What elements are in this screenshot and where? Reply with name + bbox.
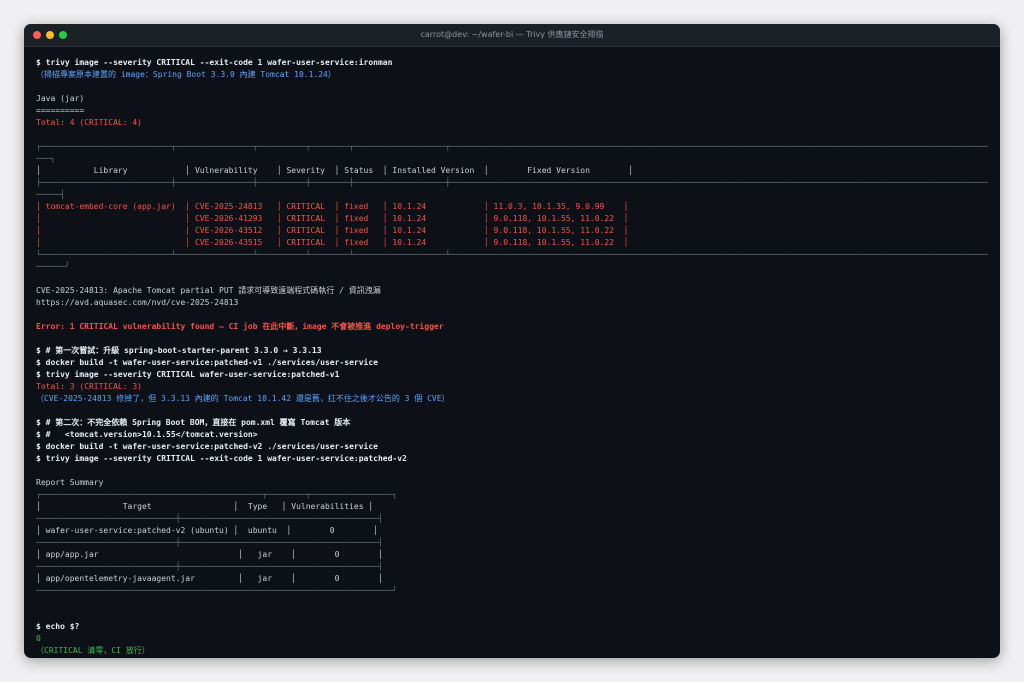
report-table-row: │ wafer-user-service:patched-v2 (ubuntu)… (36, 526, 378, 535)
report-table-sep: ─────────────────────────────┼──────────… (36, 562, 383, 571)
report-table-row: │ app/app.jar │ jar │ 0 │ (36, 550, 383, 559)
scan1-note: （掃描專案原本建置的 image：Spring Boot 3.3.0 內建 To… (36, 70, 336, 79)
vuln-table-top: ┌───────────────────────────┬───────────… (36, 142, 988, 151)
scan1-command: $ trivy image --severity CRITICAL --exit… (36, 58, 393, 67)
cve-detail: CVE-2025-24813: Apache Tomcat partial PU… (36, 286, 381, 295)
vuln-table-top-wrap: ───┐ (36, 154, 56, 163)
report-table-sep: ─────────────────────────────┼──────────… (36, 514, 383, 523)
report-table-row: │ app/opentelemetry-javaagent.jar │ jar … (36, 574, 383, 583)
attempt2-comment: $ # 第二次：不完全依賴 Spring Boot BOM，直接在 pom.xm… (36, 418, 351, 427)
attempt2-build: $ docker build -t wafer-user-service:pat… (36, 442, 378, 451)
final-command: $ echo $? (36, 622, 80, 631)
title-bar: carrot@dev: ~/wafer-bi — Trivy 供應鏈安全掃描 (24, 24, 1000, 47)
vuln-table-header: │ Library │ Vulnerability │ Severity │ S… (36, 166, 634, 175)
terminal-window: carrot@dev: ~/wafer-bi — Trivy 供應鏈安全掃描 $… (24, 24, 1000, 658)
vuln-table-bottom-wrap: ──────┘ (36, 262, 70, 271)
vuln-table-mid: ├───────────────────────────┼───────────… (36, 178, 988, 187)
attempt1-note: （CVE-2025-24813 修掉了，但 3.3.13 內建的 Tomcat … (36, 394, 450, 403)
scan1-total: Total: 4 (CRITICAL: 4) (36, 118, 142, 127)
final-note: （CRITICAL 清零，CI 放行） (36, 646, 150, 655)
report-table-top: ┌───────────────────────────────────────… (36, 490, 398, 499)
scan1-target: Java (jar) (36, 94, 85, 103)
vuln-table-row: │ tomcat-embed-core (app.jar) │ CVE-2025… (36, 202, 629, 211)
report-table-sep: ─────────────────────────────┼──────────… (36, 538, 383, 547)
vuln-table-row: │ │ CVE-2026-41293 │ CRITICAL │ fixed │ … (36, 214, 629, 223)
window-title: carrot@dev: ~/wafer-bi — Trivy 供應鏈安全掃描 (420, 30, 604, 39)
attempt1-scan: $ trivy image --severity CRITICAL wafer-… (36, 370, 340, 379)
attempt2-scan: $ trivy image --severity CRITICAL --exit… (36, 454, 407, 463)
attempt1-total: Total: 3 (CRITICAL: 3) (36, 382, 142, 391)
report-table-bottom: ────────────────────────────────────────… (36, 586, 398, 595)
terminal-output[interactable]: $ trivy image --severity CRITICAL --exit… (36, 57, 988, 658)
report-table-header: │ Target │ Type │ Vulnerabilities │ (36, 502, 374, 511)
cve-url[interactable]: https://avd.aquasec.com/nvd/cve-2025-248… (36, 297, 988, 309)
scan1-underline: ========== (36, 106, 85, 115)
attempt1-comment: $ # 第一次嘗試：升級 spring-boot-starter-parent … (36, 346, 322, 355)
vuln-table-row: │ │ CVE-2026-43515 │ CRITICAL │ fixed │ … (36, 238, 629, 247)
error-line: Error: 1 CRITICAL vulnerability found — … (36, 322, 444, 331)
vuln-table-row: │ │ CVE-2026-43512 │ CRITICAL │ fixed │ … (36, 226, 629, 235)
attempt1-build: $ docker build -t wafer-user-service:pat… (36, 358, 378, 367)
report-title: Report Summary (36, 478, 104, 487)
attempt2-pom: $ # <tomcat.version>10.1.55</tomcat.vers… (36, 430, 258, 439)
vuln-table-bottom: └───────────────────────────┴───────────… (36, 250, 988, 259)
exit-code: 0 (36, 634, 41, 643)
vuln-table-mid-wrap: ─────┤ (36, 190, 65, 199)
